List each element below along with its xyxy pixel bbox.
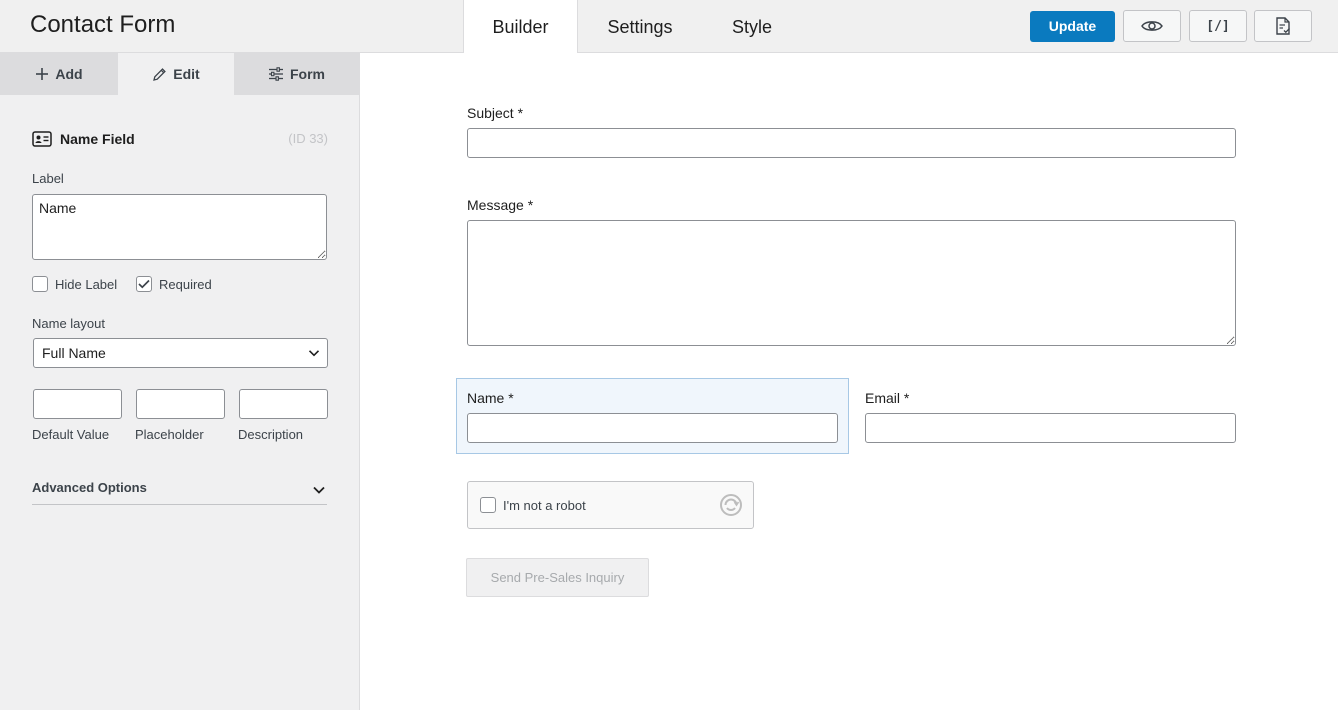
recaptcha-label: I'm not a robot [503, 498, 586, 513]
id-card-icon [32, 131, 52, 147]
recaptcha-logo-icon [719, 493, 743, 517]
tab-form-settings[interactable]: Form [234, 53, 359, 95]
sliders-icon [268, 67, 284, 81]
tab-add-label: Add [55, 66, 83, 82]
embed-button[interactable]: [/] [1189, 10, 1247, 42]
required-option[interactable]: Required [136, 275, 212, 293]
top-bar: Contact Form Builder Settings Style Upda… [0, 0, 1338, 54]
name-layout-value: Full Name [42, 345, 106, 361]
entries-button[interactable] [1254, 10, 1312, 42]
tab-style[interactable]: Style [718, 0, 786, 53]
tab-settings[interactable]: Settings [593, 0, 687, 53]
email-label: Email * [865, 390, 910, 406]
tab-edit-label: Edit [173, 66, 200, 82]
label-caption: Label [32, 171, 64, 186]
advanced-options-label: Advanced Options [32, 480, 147, 495]
embed-code-icon: [/] [1206, 18, 1230, 34]
required-text: Required [159, 276, 212, 292]
document-check-icon [1275, 17, 1291, 35]
label-textarea[interactable]: Name [32, 194, 327, 260]
chevron-down-icon [308, 347, 320, 359]
placeholder-label: Placeholder [135, 427, 204, 442]
hide-label-checkbox[interactable] [32, 276, 48, 292]
tab-builder[interactable]: Builder [463, 0, 578, 54]
field-header: Name Field (ID 33) [32, 128, 328, 150]
default-value-label: Default Value [32, 427, 110, 442]
recaptcha-checkbox[interactable] [480, 497, 496, 513]
sidebar-tabs: Add Edit Form [0, 53, 359, 95]
preview-button[interactable] [1123, 10, 1181, 42]
hide-label-option[interactable]: Hide Label [32, 275, 117, 293]
message-textarea[interactable] [467, 220, 1236, 346]
name-layout-select[interactable]: Full Name [33, 338, 328, 368]
subject-label: Subject * [467, 105, 524, 121]
submit-button[interactable]: Send Pre-Sales Inquiry [466, 558, 649, 597]
default-value-input[interactable] [33, 389, 122, 419]
field-type-title: Name Field [60, 131, 135, 147]
required-checkbox[interactable] [136, 276, 152, 292]
description-input[interactable] [239, 389, 328, 419]
name-label: Name * [467, 390, 514, 406]
plus-icon [35, 67, 49, 81]
eye-icon [1141, 19, 1163, 33]
placeholder-input[interactable] [136, 389, 225, 419]
message-label: Message * [467, 197, 534, 213]
update-button[interactable]: Update [1030, 11, 1115, 42]
description-label: Description [238, 427, 304, 442]
tab-edit-field[interactable]: Edit [118, 53, 234, 95]
field-id: (ID 33) [288, 131, 328, 146]
recaptcha-widget: I'm not a robot [467, 481, 754, 529]
tab-add-fields[interactable]: Add [0, 53, 118, 95]
subject-input[interactable] [467, 128, 1236, 158]
form-preview: Subject * Message * Name * Email * I'm n… [360, 53, 1338, 710]
field-options-sidebar: Add Edit Form Name Field (ID 33) Label N… [0, 53, 360, 710]
advanced-options-toggle[interactable]: Advanced Options [32, 479, 327, 505]
name-layout-caption: Name layout [32, 316, 105, 331]
hide-label-text: Hide Label [55, 276, 118, 292]
pencil-icon [152, 67, 167, 82]
page-title: Contact Form [30, 11, 176, 38]
name-input[interactable] [467, 413, 838, 443]
checkmark-icon [138, 279, 150, 289]
chevron-down-icon [312, 483, 326, 497]
email-input[interactable] [865, 413, 1236, 443]
tab-form-label: Form [290, 66, 325, 82]
